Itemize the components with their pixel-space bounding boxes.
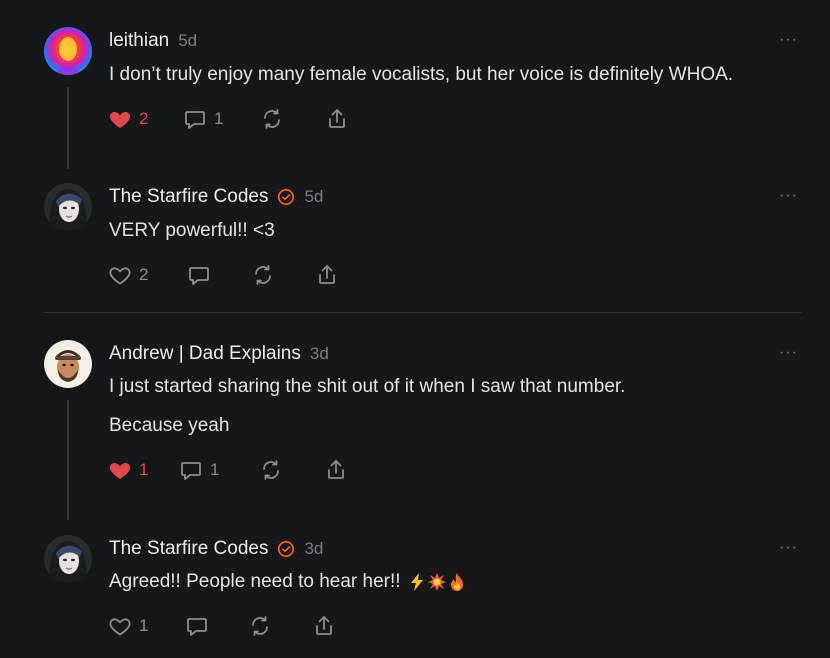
restack-icon [255, 265, 271, 285]
comment-text-content: Agreed!! People need to hear her!! [109, 571, 401, 592]
timestamp[interactable]: 3d [310, 344, 329, 364]
comment-text: I just started sharing the shit out of i… [109, 376, 626, 397]
comment-bubble-icon [189, 267, 209, 285]
share-button[interactable] [315, 263, 339, 287]
share-button[interactable] [324, 458, 348, 482]
comment-text: I don’t truly enjoy many female vocalist… [109, 64, 734, 85]
reply-button[interactable] [185, 614, 216, 638]
thread-line [67, 400, 69, 520]
reply-count: 1 [210, 460, 220, 479]
heart-icon [109, 463, 131, 479]
avatar[interactable] [44, 27, 92, 75]
more-options-icon[interactable]: ··· [779, 344, 798, 362]
restack-button[interactable] [260, 107, 284, 131]
restack-icon [264, 109, 280, 129]
emoji-group [408, 572, 466, 592]
restack-button[interactable] [251, 263, 275, 287]
comment-text: VERY powerful!! <3 [109, 220, 275, 241]
like-button[interactable]: 1 [108, 614, 148, 638]
comment-text: Agreed!! People need to hear her!! [109, 571, 466, 593]
fire-emoji-icon [450, 572, 463, 591]
like-count: 2 [139, 109, 149, 128]
author-name[interactable]: Andrew | Dad Explains [109, 343, 301, 365]
like-count: 1 [139, 460, 149, 479]
restack-icon [252, 616, 268, 636]
thread-line [67, 87, 69, 169]
timestamp[interactable]: 3d [304, 539, 323, 559]
like-button[interactable]: 2 [108, 107, 148, 131]
heart-icon [109, 267, 131, 285]
reply-button[interactable]: 1 [179, 458, 219, 482]
author-name[interactable]: The Starfire Codes [109, 186, 268, 208]
verified-badge-icon [278, 540, 295, 558]
more-options-icon[interactable]: ··· [779, 539, 798, 557]
like-button[interactable]: 1 [108, 458, 148, 482]
share-icon [319, 265, 335, 284]
comment-text: Because yeah [109, 415, 230, 436]
share-icon [328, 460, 344, 479]
comment-bubble-icon [181, 462, 201, 480]
comment-header: leithian 5d [109, 30, 197, 52]
timestamp[interactable]: 5d [304, 187, 323, 207]
share-button[interactable] [312, 614, 336, 638]
author-name[interactable]: The Starfire Codes [109, 538, 268, 560]
author-name[interactable]: leithian [109, 30, 169, 52]
comment-header: The Starfire Codes 3d [109, 538, 323, 560]
reply-count: 1 [214, 109, 224, 128]
like-button[interactable]: 2 [108, 263, 148, 287]
restack-button[interactable] [248, 614, 272, 638]
like-count: 1 [139, 616, 149, 635]
reply-button[interactable] [187, 263, 218, 287]
collision-emoji-icon [427, 572, 446, 591]
lightning-emoji-icon [410, 572, 423, 591]
avatar[interactable] [44, 183, 92, 231]
restack-button[interactable] [259, 458, 283, 482]
comment-header: Andrew | Dad Explains 3d [109, 343, 329, 365]
reply-button[interactable]: 1 [183, 107, 223, 131]
more-options-icon[interactable]: ··· [779, 31, 798, 49]
avatar[interactable] [44, 535, 92, 583]
share-icon [329, 109, 345, 128]
share-icon [316, 616, 332, 635]
comment-bubble-icon [187, 618, 207, 636]
comment-header: The Starfire Codes 5d [109, 186, 323, 208]
timestamp[interactable]: 5d [178, 31, 197, 51]
avatar[interactable] [44, 340, 92, 388]
verified-badge-icon [278, 188, 295, 206]
heart-icon [109, 618, 131, 636]
more-options-icon[interactable]: ··· [779, 187, 798, 205]
share-button[interactable] [325, 107, 349, 131]
thread-divider [44, 312, 802, 313]
heart-icon [109, 112, 131, 128]
restack-icon [263, 460, 279, 480]
comment-bubble-icon [185, 111, 205, 129]
like-count: 2 [139, 265, 149, 284]
